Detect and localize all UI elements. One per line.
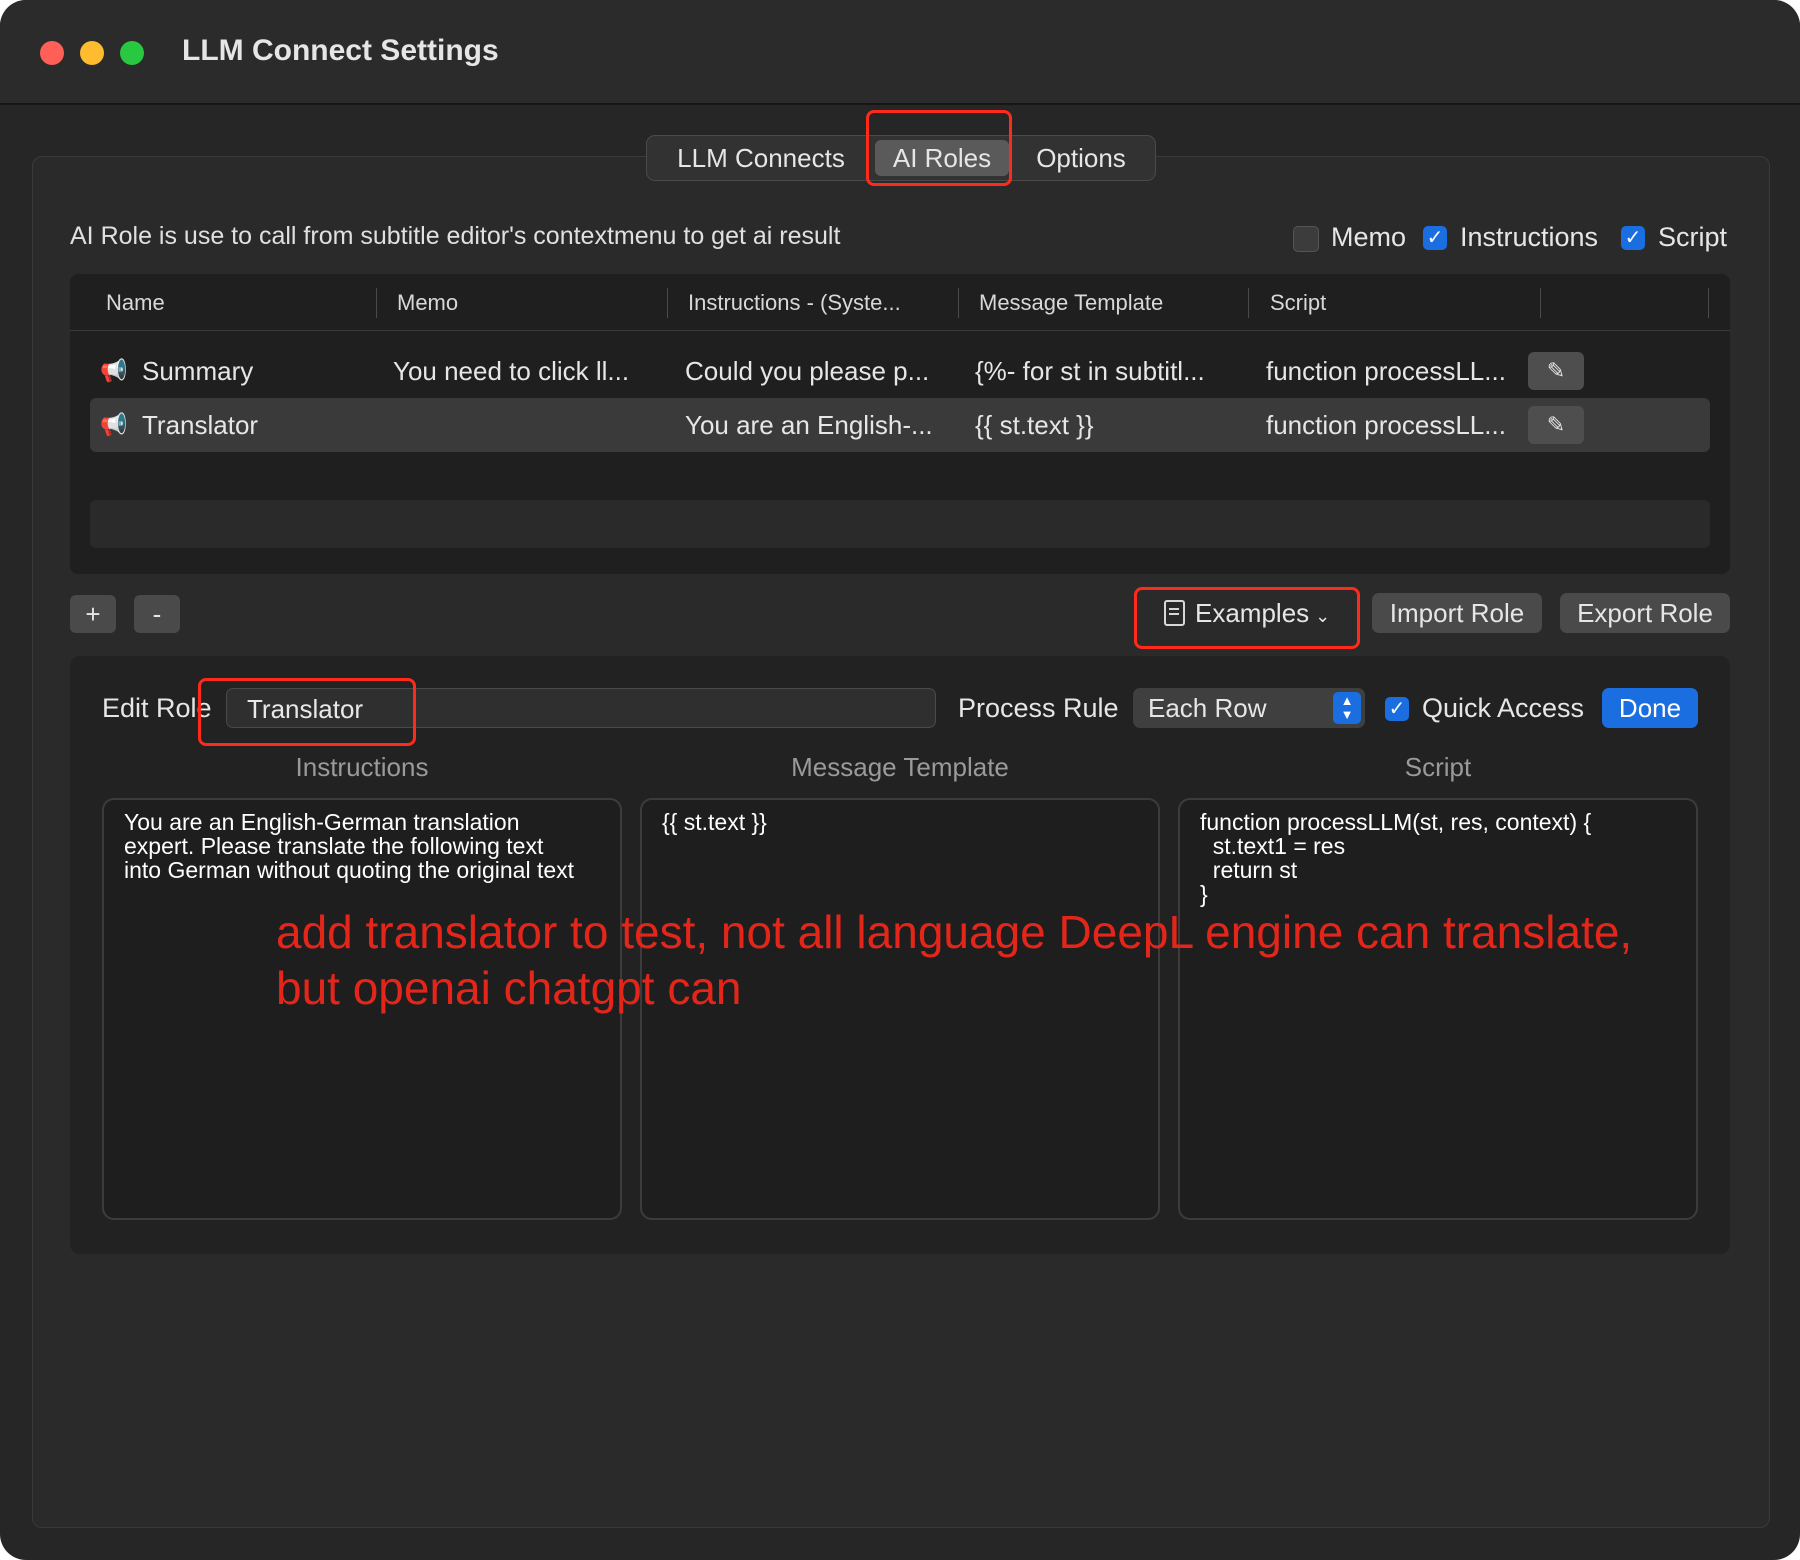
row-name: Translator bbox=[142, 410, 259, 440]
process-rule-select[interactable]: Each Row ▲ ▼ bbox=[1133, 688, 1365, 728]
instructions-column-label: Instructions bbox=[1460, 222, 1599, 252]
script-column-checkbox[interactable]: ✓ bbox=[1621, 226, 1645, 250]
speaker-icon: 📢 bbox=[100, 412, 128, 437]
close-window-button[interactable] bbox=[40, 41, 64, 65]
instructions-title: Instructions bbox=[295, 752, 429, 782]
minimize-window-button[interactable] bbox=[80, 41, 104, 65]
row-memo: You need to click ll... bbox=[393, 356, 630, 386]
done-button[interactable]: Done bbox=[1602, 688, 1698, 728]
chevron-updown-icon: ▲ ▼ bbox=[1333, 692, 1361, 724]
instructions-column-checkbox[interactable]: ✓ bbox=[1423, 226, 1447, 250]
add-role-button[interactable]: + bbox=[70, 595, 116, 633]
highlight-box-role-name bbox=[198, 678, 416, 746]
tab-llm-connects[interactable]: LLM Connects bbox=[651, 140, 871, 176]
roles-table: Name Memo Instructions - (Syste... Messa… bbox=[70, 274, 1730, 574]
speaker-icon: 📢 bbox=[100, 358, 128, 383]
annotation-note: add translator to test, not all language… bbox=[276, 906, 1633, 1014]
edit-role-label: Edit Role bbox=[102, 693, 212, 723]
highlight-box-examples bbox=[1134, 587, 1360, 649]
memo-column-label: Memo bbox=[1331, 222, 1407, 252]
quick-access-checkbox[interactable]: ✓ bbox=[1385, 697, 1409, 721]
row-script: function processLL... bbox=[1266, 410, 1506, 440]
column-divider bbox=[958, 288, 959, 318]
header-divider bbox=[70, 330, 1730, 331]
column-divider bbox=[667, 288, 668, 318]
column-divider bbox=[1708, 288, 1709, 318]
column-divider bbox=[1248, 288, 1249, 318]
script-column-label: Script bbox=[1658, 222, 1728, 252]
table-row-summary[interactable]: 📢 Summary You need to click ll... Could … bbox=[90, 344, 1710, 398]
row-name: Summary bbox=[142, 356, 254, 386]
empty-table-row bbox=[90, 500, 1710, 548]
pencil-icon[interactable]: ✎ bbox=[1528, 352, 1584, 390]
process-rule-value: Each Row bbox=[1148, 693, 1267, 723]
row-script: function processLL... bbox=[1266, 356, 1506, 386]
column-header-name[interactable]: Name bbox=[106, 290, 165, 316]
import-role-button[interactable]: Import Role bbox=[1372, 593, 1542, 633]
column-divider bbox=[376, 288, 377, 318]
memo-column-checkbox[interactable] bbox=[1293, 226, 1319, 252]
tab-options[interactable]: Options bbox=[1013, 140, 1149, 176]
row-instructions: You are an English-... bbox=[685, 410, 933, 440]
column-header-message-template[interactable]: Message Template bbox=[979, 290, 1163, 316]
table-row-translator[interactable]: 📢 Translator You are an English-... {{ s… bbox=[90, 398, 1710, 452]
message-template-title: Message Template bbox=[791, 752, 1009, 782]
quick-access-label: Quick Access bbox=[1422, 693, 1585, 723]
ai-role-description: AI Role is use to call from subtitle edi… bbox=[70, 222, 841, 250]
column-header-memo[interactable]: Memo bbox=[397, 290, 458, 316]
column-header-instructions[interactable]: Instructions - (Syste... bbox=[688, 290, 901, 316]
column-divider bbox=[1540, 288, 1541, 318]
process-rule-label: Process Rule bbox=[958, 693, 1119, 723]
highlight-box-ai-roles-tab bbox=[866, 110, 1012, 186]
row-template: {%- for st in subtitl... bbox=[975, 356, 1205, 386]
row-instructions: Could you please p... bbox=[685, 356, 930, 386]
pencil-icon[interactable]: ✎ bbox=[1528, 406, 1584, 444]
column-header-script[interactable]: Script bbox=[1270, 290, 1326, 316]
script-title: Script bbox=[1404, 752, 1472, 782]
export-role-button[interactable]: Export Role bbox=[1560, 593, 1730, 633]
settings-window: LLM Connect Settings LLM Connects AI Rol… bbox=[0, 0, 1800, 1560]
zoom-window-button[interactable] bbox=[120, 41, 144, 65]
remove-role-button[interactable]: - bbox=[134, 595, 180, 633]
row-template: {{ st.text }} bbox=[975, 410, 1094, 440]
title-bar: LLM Connect Settings bbox=[0, 0, 1800, 105]
window-title: LLM Connect Settings bbox=[182, 34, 499, 67]
